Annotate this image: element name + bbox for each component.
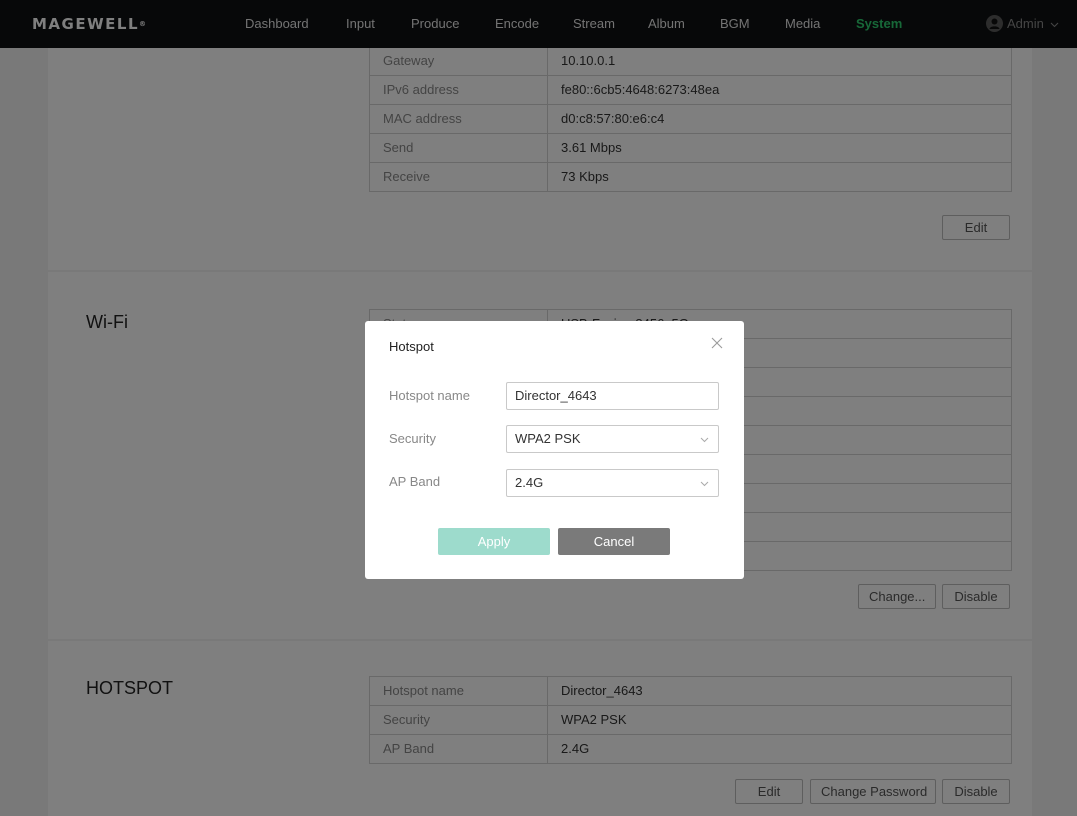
- security-select[interactable]: WPA2 PSK: [506, 425, 719, 453]
- apply-button[interactable]: Apply: [438, 528, 550, 555]
- chevron-down-icon: [700, 437, 709, 443]
- ap-band-label: AP Band: [389, 474, 441, 489]
- cancel-button[interactable]: Cancel: [558, 528, 670, 555]
- hotspot-name-label: Hotspot name: [389, 388, 470, 403]
- hotspot-name-input[interactable]: Director_4643: [506, 382, 719, 410]
- ap-band-select[interactable]: 2.4G: [506, 469, 719, 497]
- dialog-title: Hotspot: [389, 339, 434, 354]
- security-label: Security: [389, 431, 436, 446]
- ap-band-select-value: 2.4G: [515, 475, 544, 490]
- close-icon[interactable]: [710, 336, 724, 350]
- hotspot-dialog: Hotspot Hotspot name Director_4643 Secur…: [365, 321, 744, 579]
- security-select-value: WPA2 PSK: [515, 431, 581, 446]
- chevron-down-icon: [700, 481, 709, 487]
